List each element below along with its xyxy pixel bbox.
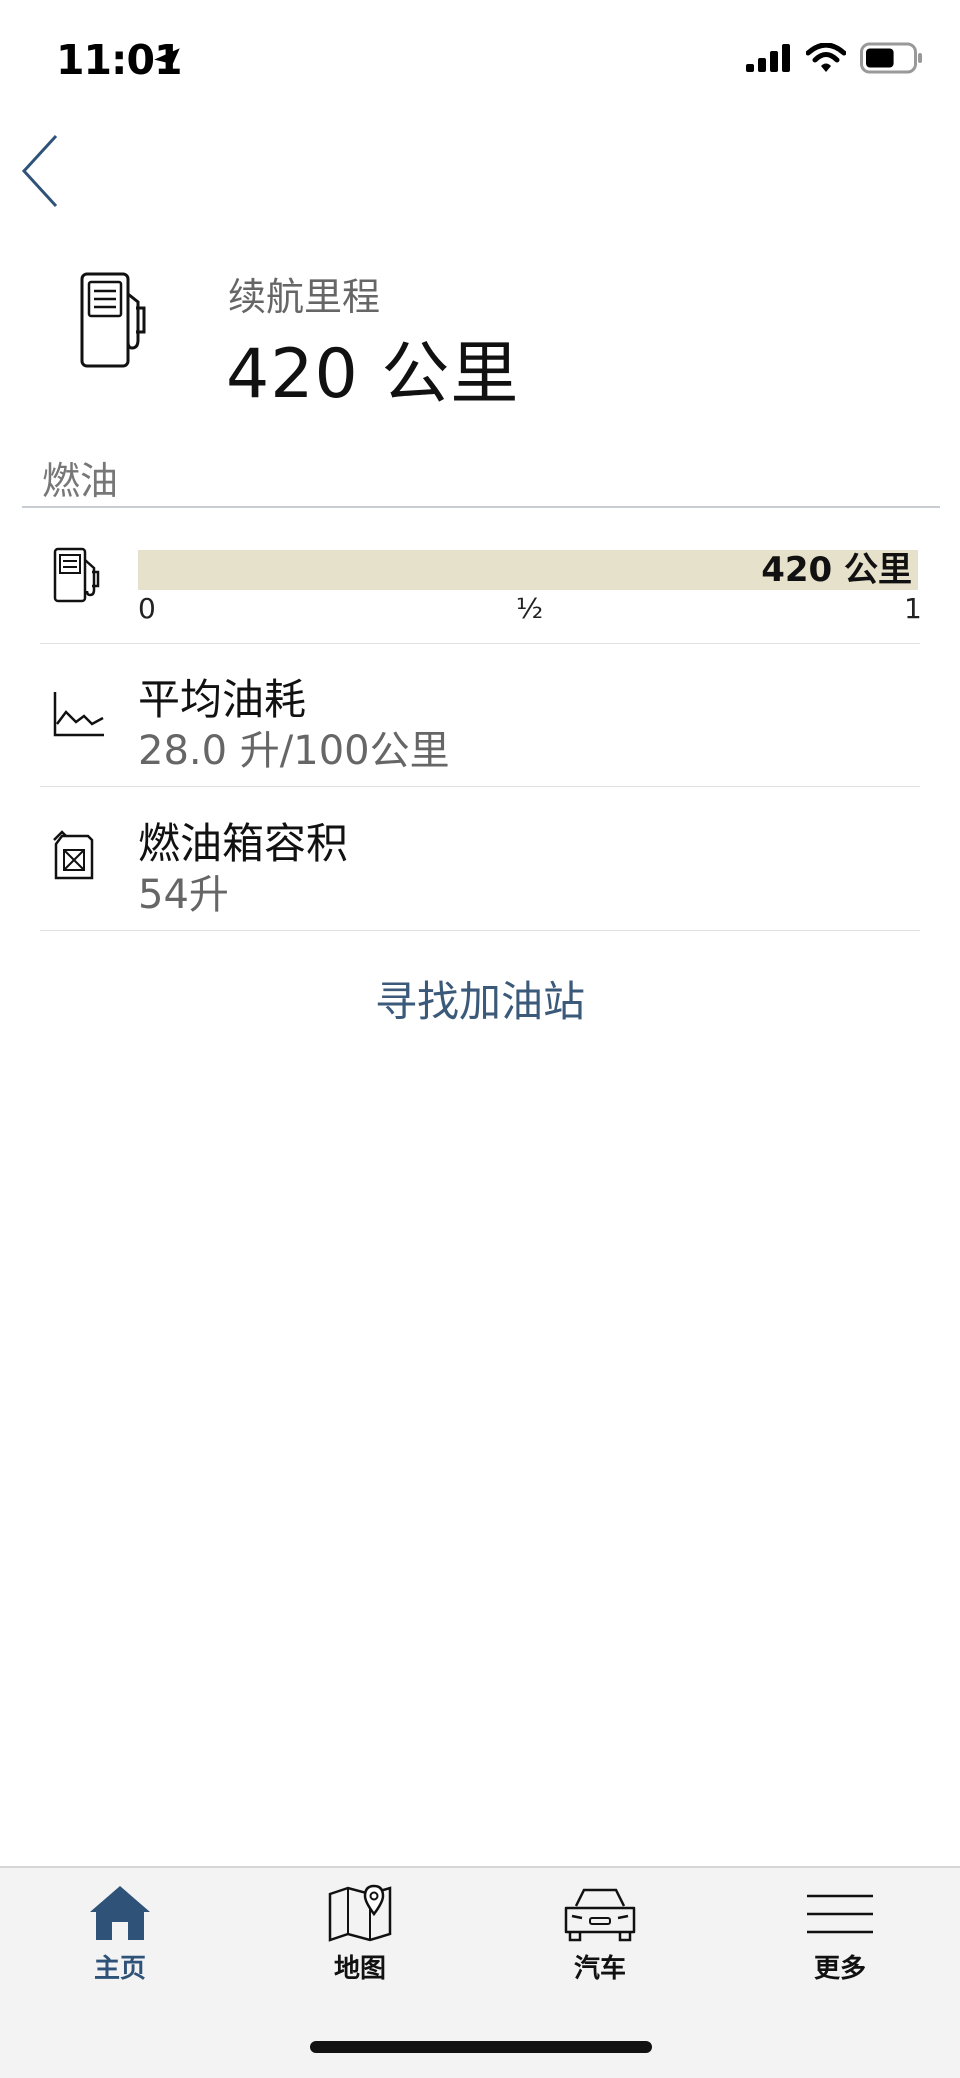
tab-home[interactable]: 主页 bbox=[40, 1884, 200, 1994]
jerrycan-icon bbox=[53, 830, 94, 880]
wifi-icon bbox=[806, 43, 846, 72]
map-icon bbox=[328, 1884, 392, 1942]
status-indicators bbox=[746, 42, 924, 74]
fuel-pump-small-icon bbox=[53, 547, 100, 603]
location-arrow-icon bbox=[154, 48, 180, 74]
chart-icon bbox=[53, 692, 104, 737]
range-label: 续航里程 bbox=[228, 275, 381, 319]
range-value: 420 公里 bbox=[226, 335, 520, 414]
home-indicator[interactable] bbox=[310, 2041, 652, 2053]
cellular-signal-icon bbox=[746, 44, 790, 72]
section-title-fuel: 燃油 bbox=[42, 459, 119, 503]
tab-car-label: 汽车 bbox=[573, 1954, 626, 1984]
battery-icon bbox=[860, 42, 922, 74]
tab-home-label: 主页 bbox=[93, 1954, 146, 1984]
tank-capacity-value: 54升 bbox=[138, 872, 229, 918]
find-gas-station-button[interactable]: 寻找加油站 bbox=[0, 968, 960, 1029]
fuel-bar-label: 420 公里 bbox=[761, 550, 912, 590]
fuel-pump-icon bbox=[80, 272, 146, 368]
fuel-tick-half: ½ bbox=[516, 592, 544, 625]
status-bar: 11:01 bbox=[0, 0, 960, 120]
section-divider bbox=[22, 506, 940, 508]
avg-consumption-value: 28.0 升/100公里 bbox=[138, 728, 450, 774]
tab-more[interactable]: 更多 bbox=[760, 1884, 920, 1994]
menu-icon bbox=[807, 1894, 873, 1934]
fuel-tick-empty: 0 bbox=[138, 592, 156, 625]
fuel-tick-full: 1 bbox=[904, 592, 922, 625]
home-icon bbox=[90, 1886, 150, 1940]
fuel-level-bar: 420 公里 bbox=[138, 550, 918, 590]
car-icon bbox=[564, 1888, 636, 1942]
row-divider bbox=[40, 786, 920, 787]
tab-map[interactable]: 地图 bbox=[280, 1884, 440, 1994]
row-divider bbox=[40, 930, 920, 931]
back-button[interactable] bbox=[14, 130, 74, 212]
row-divider bbox=[40, 643, 920, 644]
tab-car[interactable]: 汽车 bbox=[520, 1884, 680, 1994]
tab-map-label: 地图 bbox=[333, 1954, 386, 1984]
tab-more-label: 更多 bbox=[813, 1954, 866, 1984]
chevron-left-icon bbox=[21, 134, 58, 208]
